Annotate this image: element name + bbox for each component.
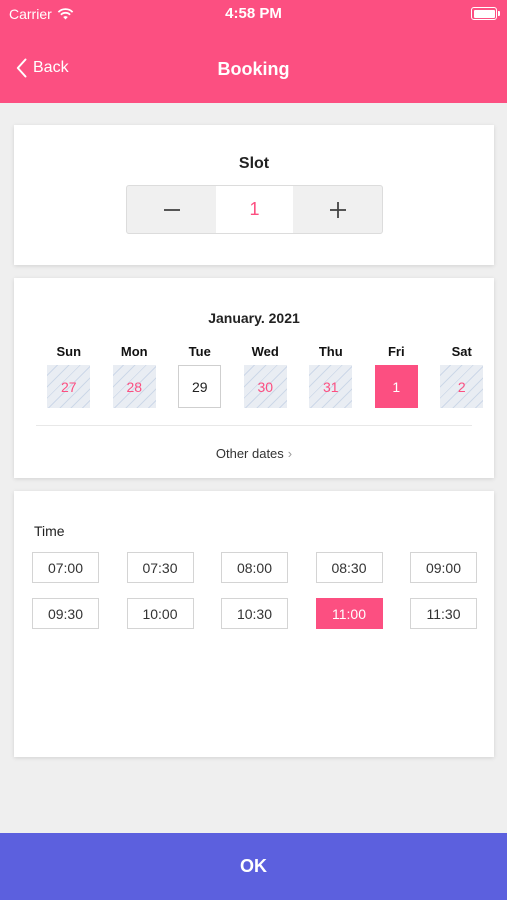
time-card: Time 07:00 07:30 08:00 08:30 09:00 09:30…	[14, 491, 494, 757]
battery-icon	[471, 7, 500, 20]
date-row: 27 28 29 30 31 1 2	[36, 365, 495, 408]
time-slot-button[interactable]: 08:30	[315, 552, 383, 583]
time-slot-grid: 07:00 07:30 08:00 08:30 09:00 09:30 10:0…	[32, 552, 477, 629]
weekday-mon: Mon	[120, 344, 148, 359]
time-slot-button[interactable]: 10:00	[126, 598, 194, 629]
status-bar: Carrier 4:58 PM	[0, 0, 507, 28]
time-label: Time	[34, 523, 65, 539]
chevron-right-icon: ›	[287, 446, 293, 461]
minus-icon	[163, 208, 180, 211]
ok-button[interactable]: OK	[0, 833, 507, 900]
calendar-month: January. 2021	[208, 310, 300, 326]
weekday-tue: Tue	[188, 344, 211, 359]
time-slot-button[interactable]: 10:30	[221, 598, 288, 629]
date-cell[interactable]: 31	[309, 365, 353, 408]
time-slot-button[interactable]: 11:00	[315, 598, 383, 629]
date-cell[interactable]: 29	[178, 365, 222, 408]
other-dates-link[interactable]: Other dates ›	[14, 446, 494, 461]
plus-icon	[329, 201, 346, 218]
slot-label: Slot	[238, 155, 270, 172]
page-title: Booking	[217, 59, 290, 79]
date-cell[interactable]: 2	[440, 365, 484, 408]
time-slot-button[interactable]: 08:00	[221, 552, 288, 583]
date-card: January. 2021 Sun Mon Tue Wed Thu Fri Sa…	[14, 278, 494, 478]
date-cell[interactable]: 27	[47, 365, 91, 408]
slot-value[interactable]: 1	[216, 186, 293, 233]
date-cell[interactable]: 30	[243, 365, 287, 408]
time-slot-button[interactable]: 09:00	[410, 552, 477, 583]
date-cell[interactable]: 28	[112, 365, 156, 408]
other-dates-label: Other dates	[215, 446, 284, 461]
increment-button[interactable]	[293, 186, 382, 233]
decrement-button[interactable]	[127, 186, 216, 233]
time-slot-button[interactable]: 07:00	[32, 552, 99, 583]
date-cell[interactable]: 1	[374, 365, 418, 408]
time-slot-button[interactable]: 09:30	[32, 598, 99, 629]
weekday-sat: Sat	[451, 344, 472, 359]
divider	[36, 425, 472, 426]
weekday-row: Sun Mon Tue Wed Thu Fri Sat	[36, 344, 495, 359]
weekday-fri: Fri	[387, 344, 405, 359]
weekday-thu: Thu	[318, 344, 343, 359]
status-time: 4:58 PM	[225, 5, 282, 22]
slot-card: Slot 1	[14, 125, 494, 265]
nav-bar: Back Booking	[0, 28, 507, 103]
time-slot-button[interactable]: 07:30	[126, 552, 194, 583]
time-slot-button[interactable]: 11:30	[410, 598, 477, 629]
slot-stepper: 1	[126, 185, 383, 234]
weekday-sun: Sun	[56, 344, 82, 359]
weekday-wed: Wed	[251, 344, 279, 359]
